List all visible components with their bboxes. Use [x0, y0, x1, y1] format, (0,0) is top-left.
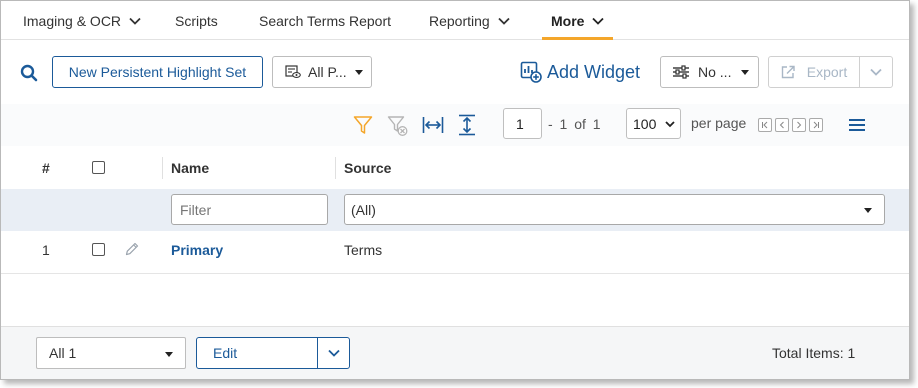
- column-divider: [162, 157, 163, 179]
- first-page-button[interactable]: [758, 118, 772, 132]
- tab-imaging-ocr[interactable]: Imaging & OCR: [23, 1, 142, 40]
- export-dropdown-button[interactable]: [859, 56, 893, 88]
- chevron-down-icon: [592, 17, 605, 25]
- caret-down-icon: [354, 69, 363, 75]
- tab-label: Imaging & OCR: [23, 12, 122, 29]
- edit-button[interactable]: Edit: [196, 337, 318, 369]
- next-page-button[interactable]: [792, 118, 806, 132]
- last-page-icon: [813, 121, 819, 129]
- clear-filter-icon[interactable]: [387, 115, 409, 137]
- export-icon: [781, 65, 795, 79]
- source-filter-select[interactable]: (All): [344, 194, 885, 225]
- column-header-source[interactable]: Source: [344, 146, 391, 189]
- tab-label: Scripts: [175, 12, 218, 29]
- chevron-down-icon: [498, 17, 510, 25]
- chevron-right-icon: [797, 121, 802, 129]
- row-source: Terms: [344, 241, 383, 258]
- grid-header: # Name Source: [1, 146, 909, 189]
- caret-down-icon: [864, 208, 872, 213]
- add-widget-icon: [520, 61, 542, 83]
- view-eye-icon: [285, 65, 301, 78]
- app-frame: Imaging & OCR Scripts Search Terms Repor…: [0, 0, 910, 380]
- toolbar: New Persistent Highlight Set All P... Ad…: [1, 40, 909, 104]
- page-range-text: - 1 of 1: [548, 116, 601, 132]
- top-nav: Imaging & OCR Scripts Search Terms Repor…: [1, 1, 909, 40]
- no-select[interactable]: No ...: [660, 56, 759, 88]
- button-label: New Persistent Highlight Set: [68, 64, 247, 80]
- column-header-name[interactable]: Name: [171, 146, 209, 189]
- footer: All 1 Edit Total Items: 1: [1, 326, 909, 379]
- source-filter-value: (All): [351, 201, 376, 218]
- row-index: 1: [42, 241, 50, 258]
- per-page-select[interactable]: 100: [626, 108, 681, 139]
- new-persistent-highlight-set-button[interactable]: New Persistent Highlight Set: [52, 56, 263, 88]
- column-divider: [335, 157, 336, 179]
- filter-row: (All): [1, 189, 909, 231]
- row-name-link[interactable]: Primary: [171, 231, 223, 268]
- tab-label: Search Terms Report: [259, 12, 392, 29]
- previous-page-button[interactable]: [775, 118, 789, 132]
- chevron-down-icon: [665, 120, 675, 127]
- view-select-value: All P...: [308, 64, 347, 80]
- add-widget-label: Add Widget: [547, 61, 641, 82]
- sliders-icon: [673, 65, 689, 79]
- total-items-text: Total Items: 1: [772, 345, 856, 361]
- table-row[interactable]: 1 Primary Terms: [1, 231, 909, 274]
- fit-height-icon[interactable]: [457, 114, 477, 136]
- per-page-label: per page: [691, 115, 747, 131]
- first-page-icon: [762, 121, 768, 129]
- page-number-input[interactable]: 1: [503, 108, 542, 139]
- add-widget-button[interactable]: Add Widget: [520, 60, 640, 84]
- export-label: Export: [806, 64, 848, 80]
- selection-scope-select[interactable]: All 1: [36, 337, 186, 369]
- chevron-down-icon: [870, 68, 882, 76]
- expand-columns-icon[interactable]: [422, 115, 444, 135]
- last-page-button[interactable]: [809, 118, 823, 132]
- tab-more[interactable]: More: [542, 1, 613, 40]
- edit-label: Edit: [213, 345, 238, 361]
- edit-dropdown-button[interactable]: [317, 337, 350, 369]
- export-button[interactable]: Export: [768, 56, 860, 88]
- search-icon[interactable]: [20, 64, 38, 82]
- caret-down-icon: [165, 352, 173, 357]
- chevron-down-icon: [327, 349, 340, 357]
- caret-down-icon: [741, 69, 750, 75]
- pencil-icon[interactable]: [124, 241, 140, 257]
- tab-label: More: [551, 12, 585, 29]
- chevron-down-icon: [129, 17, 141, 25]
- no-select-value: No ...: [698, 64, 732, 80]
- column-header-index[interactable]: #: [42, 146, 50, 189]
- grid-toolbar: 1 - 1 of 1 100 per page: [1, 104, 909, 146]
- name-filter-input[interactable]: [171, 194, 328, 225]
- tab-search-terms-report[interactable]: Search Terms Report: [259, 1, 391, 40]
- menu-icon[interactable]: [848, 118, 866, 132]
- selection-scope-value: All 1: [49, 345, 77, 361]
- row-checkbox[interactable]: [92, 243, 105, 256]
- tab-reporting[interactable]: Reporting: [429, 1, 511, 40]
- filter-icon[interactable]: [353, 115, 373, 135]
- per-page-value: 100: [633, 115, 657, 132]
- page-number-value: 1: [516, 115, 524, 132]
- view-select[interactable]: All P...: [272, 56, 372, 88]
- chevron-left-icon: [779, 121, 784, 129]
- tab-label: Reporting: [429, 12, 490, 29]
- tab-scripts[interactable]: Scripts: [175, 1, 218, 40]
- select-all-checkbox[interactable]: [92, 161, 105, 174]
